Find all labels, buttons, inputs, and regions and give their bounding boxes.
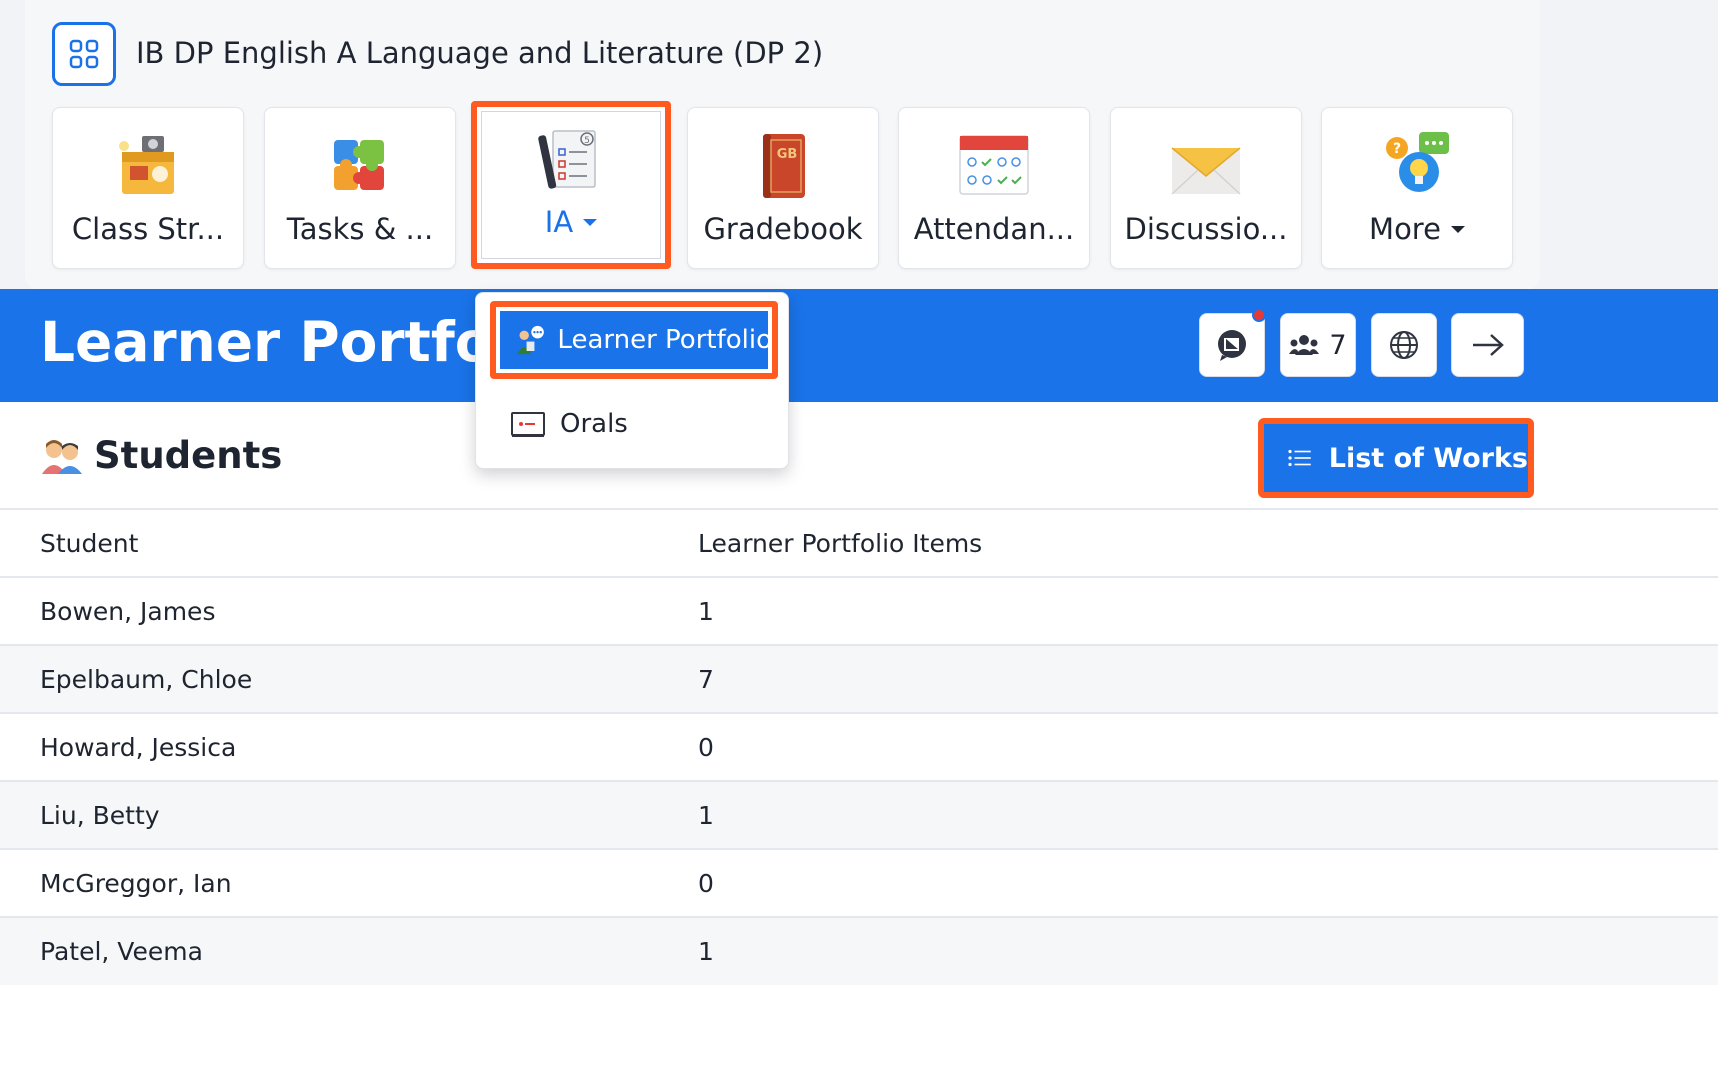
student-name[interactable]: Bowen, James [0,576,698,645]
attendance-calendar-icon [959,135,1029,195]
column-header-student: Student [0,508,698,577]
tile-attendance[interactable]: Attendan... [898,107,1090,269]
gradebook-icon: GB [763,134,805,198]
ia-checklist-icon: 5 [538,130,596,189]
ia-dropdown-menu: Learner Portfolio Orals [475,292,789,469]
list-of-works-label: List of Works [1328,442,1528,474]
table-row[interactable]: Patel, Veema 1 [0,916,1718,985]
chevron-down-icon [583,218,598,226]
puzzle-icon [334,140,384,190]
language-button[interactable] [1371,313,1437,377]
tile-ia[interactable]: 5 IA [471,101,671,269]
globe-icon [1390,331,1418,359]
table-row[interactable]: Epelbaum, Chloe 7 [0,644,1718,713]
class-stream-icon [119,136,174,194]
table-row[interactable]: Bowen, James 1 [0,576,1718,645]
svg-text:5: 5 [584,136,590,146]
students-table: Student Learner Portfolio Items Bowen, J… [0,508,1718,985]
tile-more[interactable]: ? More [1321,107,1513,269]
students-icon [42,439,82,474]
portfolio-items-count: 1 [698,916,1718,985]
tile-tasks[interactable]: Tasks & ... [264,107,456,269]
notification-dot [1252,308,1266,322]
tile-label: More [1322,212,1512,246]
tile-label: Attendan... [913,212,1075,246]
chevron-down-icon [1450,225,1465,233]
apps-grid-button[interactable] [52,22,116,86]
learner-portfolio-icon [517,325,544,355]
envelope-icon [1171,147,1241,195]
student-name[interactable]: Epelbaum, Chloe [0,644,698,713]
table-row[interactable]: McGreggor, Ian 0 [0,848,1718,917]
tile-label: Tasks & ... [286,212,434,246]
tile-label: IA [477,205,665,239]
forward-button[interactable] [1451,313,1524,377]
portfolio-items-count: 1 [698,576,1718,645]
course-title: IB DP English A Language and Literature … [136,36,824,70]
menu-item-orals[interactable]: Orals [490,385,778,463]
portfolio-items-count: 1 [698,780,1718,849]
portfolio-items-count: 7 [698,644,1718,713]
student-name[interactable]: Liu, Betty [0,780,698,849]
tile-class-stream[interactable]: Class Str... [52,107,244,269]
menu-item-label: Orals [560,409,628,439]
members-button[interactable]: 7 [1280,313,1356,377]
students-heading: Students [40,434,282,477]
users-icon [1289,335,1320,355]
tile-label: Discussio... [1124,212,1288,246]
portfolio-items-count: 0 [698,848,1718,917]
table-row[interactable]: Liu, Betty 1 [0,780,1718,849]
list-icon [1288,449,1311,467]
student-name[interactable]: McGreggor, Ian [0,848,698,917]
table-header-row: Student Learner Portfolio Items [0,508,1718,577]
svg-text:GB: GB [777,147,798,162]
tile-gradebook[interactable]: GB Gradebook [687,107,879,269]
menu-item-learner-portfolio[interactable]: Learner Portfolio [490,301,778,379]
messages-button[interactable] [1199,308,1266,377]
portfolio-items-count: 0 [698,712,1718,781]
menu-item-label: Learner Portfolio [557,325,772,355]
column-header-items: Learner Portfolio Items [698,508,1718,577]
grid-icon [69,39,99,69]
message-icon [1218,330,1246,361]
tile-discussions[interactable]: Discussio... [1110,107,1302,269]
tile-label: Class Str... [71,212,225,246]
list-of-works-button[interactable]: List of Works [1258,418,1534,498]
arrow-right-icon [1472,334,1504,356]
svg-text:?: ? [1393,141,1401,157]
tile-label: Gradebook [703,212,863,246]
table-row[interactable]: Howard, Jessica 0 [0,712,1718,781]
student-name[interactable]: Patel, Veema [0,916,698,985]
student-name[interactable]: Howard, Jessica [0,712,698,781]
rec-screen-icon [511,412,545,437]
members-count: 7 [1329,329,1347,361]
lightbulb-chat-icon: ? [1386,132,1449,192]
section-title: Students [94,434,283,477]
